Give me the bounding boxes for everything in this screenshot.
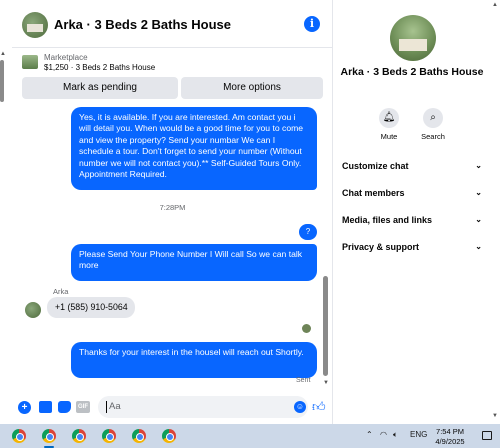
windows-taskbar: ⌃ ◠ 🔈︎ ENG 7:54 PM 4/9/2025 — [0, 424, 500, 448]
message-composer: + GIF Aa ☺ 👍︎ — [12, 394, 333, 424]
chevron-down-icon: ⌄ — [475, 188, 482, 197]
taskbar-app-chrome[interactable] — [10, 427, 28, 445]
details-scroll-down-arrow[interactable]: ▼ — [492, 413, 498, 419]
marketplace-label: Marketplace — [44, 53, 88, 62]
language-indicator[interactable]: ENG — [410, 430, 427, 439]
sender-avatar[interactable] — [25, 302, 41, 318]
message-input[interactable]: Aa ☺ — [98, 396, 308, 418]
chrome-icon — [102, 429, 116, 443]
chat-scrollbar-thumb[interactable] — [323, 276, 328, 376]
info-icon[interactable]: i — [304, 16, 320, 32]
chrome-icon — [132, 429, 146, 443]
listing-summary[interactable]: $1,250 · 3 Beds 2 Baths House — [44, 63, 155, 72]
chevron-up-icon[interactable]: ⌃ — [366, 430, 373, 439]
section-chat-members[interactable]: Chat members ⌄ — [342, 188, 482, 202]
left-scrollbar-thumb[interactable] — [0, 60, 4, 102]
emoji-icon[interactable]: ☺ — [294, 401, 306, 413]
chevron-down-icon: ⌄ — [475, 215, 482, 224]
search-icon: ⌕ — [423, 108, 443, 128]
chat-header: Arka · 3 Beds 2 Baths House i — [12, 0, 333, 48]
notification-icon[interactable] — [482, 431, 492, 440]
speaker-icon[interactable]: 🔈︎ — [393, 430, 398, 440]
bell-icon: 🔔︎ — [379, 108, 399, 128]
message-list: Yes, it is available. If you are interes… — [12, 104, 333, 394]
mark-as-pending-button[interactable]: Mark as pending — [22, 77, 178, 99]
chevron-down-icon: ⌄ — [475, 242, 482, 251]
chrome-icon — [12, 429, 26, 443]
mute-button[interactable]: 🔔︎ Mute — [369, 108, 409, 141]
sticker-icon[interactable] — [58, 401, 71, 413]
section-label: Media, files and links — [342, 215, 433, 225]
chrome-icon — [42, 429, 56, 443]
conversation-avatar[interactable] — [22, 12, 48, 38]
wifi-icon[interactable]: ◠ — [380, 430, 387, 439]
mute-label: Mute — [380, 132, 398, 141]
chat-panel: Arka · 3 Beds 2 Baths House i Marketplac… — [12, 0, 333, 424]
clock-time[interactable]: 7:54 PM — [434, 427, 466, 436]
details-title: Arka · 3 Beds 2 Baths House — [340, 66, 484, 78]
clock-date[interactable]: 4/9/2025 — [430, 437, 470, 446]
outgoing-message[interactable]: Yes, it is available. If you are interes… — [71, 107, 317, 190]
outgoing-message[interactable]: Please Send Your Phone Number I Will cal… — [71, 244, 317, 281]
marketplace-card: Marketplace $1,250 · 3 Beds 2 Baths Hous… — [12, 49, 333, 103]
outgoing-message[interactable]: ? — [299, 224, 317, 240]
section-customize-chat[interactable]: Customize chat ⌄ — [342, 161, 482, 175]
conversation-details-panel: Arka · 3 Beds 2 Baths House 🔔︎ Mute ⌕ Se… — [334, 0, 490, 424]
details-scrollbar[interactable] — [490, 0, 500, 424]
profile-avatar[interactable] — [390, 15, 436, 61]
conversation-title[interactable]: Arka · 3 Beds 2 Baths House — [54, 17, 231, 32]
app-root: ▲ Arka · 3 Beds 2 Baths House i Marketpl… — [0, 0, 500, 448]
chevron-down-icon: ⌄ — [475, 161, 482, 170]
section-label: Privacy & support — [342, 242, 420, 252]
photo-icon[interactable] — [39, 401, 52, 413]
message-timestamp: 7:28PM — [159, 203, 186, 212]
message-input-placeholder: Aa — [109, 401, 121, 412]
sender-name: Arka — [53, 287, 69, 296]
search-label: Search — [421, 132, 445, 141]
text-caret — [106, 401, 107, 413]
section-media-files-links[interactable]: Media, files and links ⌄ — [342, 215, 482, 229]
outgoing-message[interactable]: Thanks for your interest in the housel w… — [71, 342, 317, 378]
taskbar-app-chrome[interactable] — [100, 427, 118, 445]
plus-icon[interactable]: + — [18, 401, 31, 414]
section-label: Chat members — [342, 188, 405, 198]
section-label: Customize chat — [342, 161, 409, 171]
gif-icon[interactable]: GIF — [76, 401, 90, 413]
details-scroll-up-arrow[interactable]: ▲ — [492, 2, 498, 8]
taskbar-app-chrome[interactable] — [40, 427, 58, 448]
chrome-icon — [72, 429, 86, 443]
more-options-button[interactable]: More options — [181, 77, 323, 99]
message-status: Sent — [296, 377, 311, 384]
taskbar-app-chrome[interactable] — [70, 427, 88, 445]
read-receipt-avatar — [302, 324, 311, 333]
search-button[interactable]: ⌕ Search — [413, 108, 453, 141]
chat-scroll-down-arrow[interactable]: ▼ — [323, 380, 329, 386]
left-scroll-up-arrow[interactable]: ▲ — [0, 51, 6, 57]
taskbar-app-chrome[interactable] — [160, 427, 178, 445]
incoming-message[interactable]: +1 (585) 910-5064 — [47, 297, 135, 318]
chrome-icon — [162, 429, 176, 443]
section-privacy-support[interactable]: Privacy & support ⌄ — [342, 242, 482, 256]
listing-thumbnail[interactable] — [22, 55, 38, 69]
thumbs-up-icon[interactable]: 👍︎ — [312, 399, 326, 415]
taskbar-app-chrome[interactable] — [130, 427, 148, 445]
